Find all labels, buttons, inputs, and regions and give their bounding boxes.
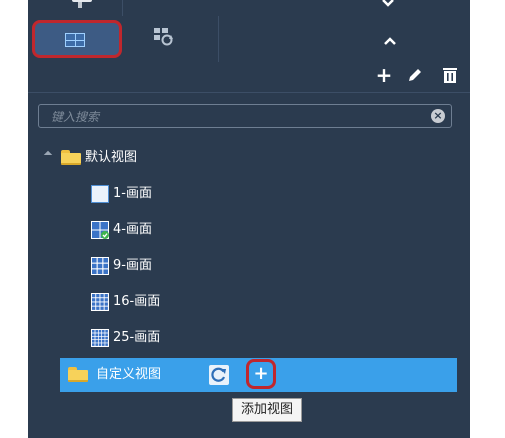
divider [122,0,123,16]
tree-node-layout-16[interactable]: 16-画面 [91,292,160,312]
folder-icon [61,150,81,165]
tree-node-default-views[interactable]: 默认视图 [61,148,137,168]
folder-icon [68,367,88,382]
clear-search-icon[interactable]: × [431,109,445,123]
delete-icon[interactable] [442,66,458,84]
tooltip: 添加视图 [232,398,303,422]
layout-4-icon [91,220,109,239]
camera-icon[interactable] [68,0,96,10]
tree-node-layout-4[interactable]: 4-画面 [91,220,152,240]
expand-toggle-icon[interactable] [43,150,53,160]
view-panel: + × 默认视图 1-画面 4-画面 [28,0,470,438]
chevron-up-icon[interactable] [383,34,397,48]
tree-node-label: 4-画面 [113,222,152,237]
tree-node-layout-25[interactable]: 25-画面 [91,328,160,348]
tree-node-label: 9-画面 [113,258,152,273]
search-input[interactable] [49,107,423,127]
add-icon: + [253,363,269,384]
layout-16-icon [91,292,109,311]
tree-node-label: 25-画面 [113,330,161,345]
edit-icon[interactable] [406,66,424,84]
tree-node-label: 16-画面 [113,294,161,309]
tree-node-label: 1-画面 [113,186,152,201]
layout-25-icon [91,328,109,347]
layout-grid-icon [65,33,85,47]
divider [218,16,219,62]
search-box: × [38,104,452,128]
tree-node-custom-views[interactable]: 自定义视图 + [60,358,457,392]
tab-views[interactable] [32,20,122,58]
tab-sequence-views[interactable] [154,28,174,46]
add-view-button[interactable]: + [246,359,276,389]
refresh-icon[interactable] [209,365,229,385]
chevron-down-icon[interactable] [381,0,395,10]
tree-node-layout-9[interactable]: 9-画面 [91,256,152,276]
layout-1-icon [91,184,109,203]
device-tab-strip [28,0,470,16]
add-icon[interactable]: + [373,64,395,86]
tree-node-label: 默认视图 [85,150,138,165]
divider [28,92,470,93]
layout-9-icon [91,256,109,275]
tree-node-layout-1[interactable]: 1-画面 [91,184,152,204]
tree-node-label: 自定义视图 [96,367,162,382]
